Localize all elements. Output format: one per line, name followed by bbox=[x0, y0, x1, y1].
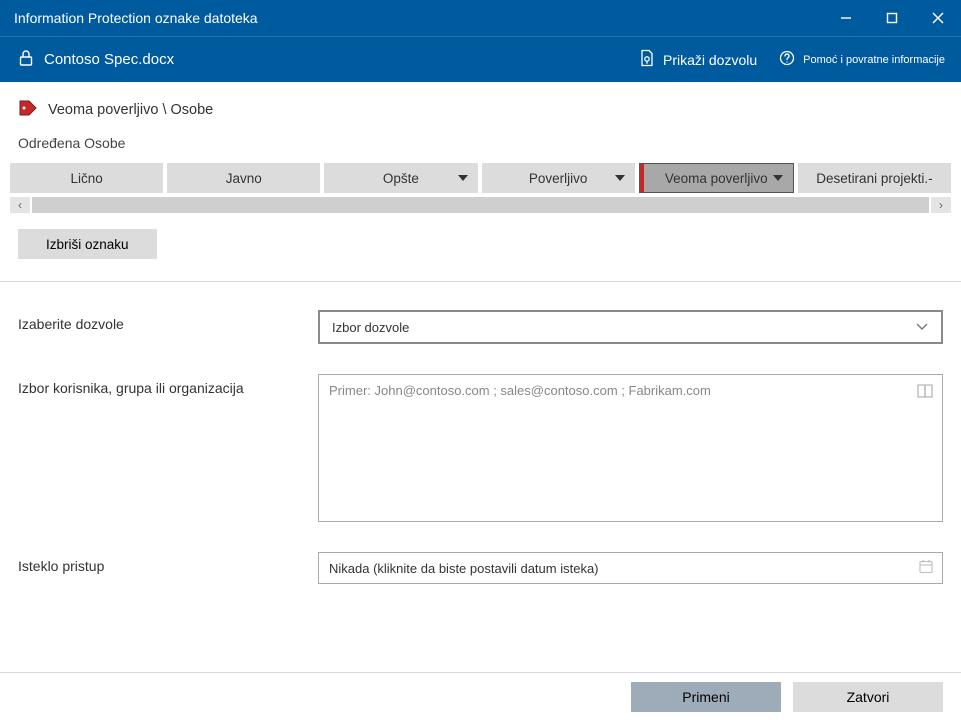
category-veoma-poverljivo[interactable]: Veoma poverljivo bbox=[639, 163, 794, 193]
title-bar: Information Protection oznake datoteka bbox=[0, 0, 961, 36]
window: Information Protection oznake datoteka C… bbox=[0, 0, 961, 720]
document-permission-icon bbox=[639, 49, 655, 70]
chevron-down-icon bbox=[458, 175, 468, 181]
header-bar: Contoso Spec.docx Prikaži dozvolu Pomo bbox=[0, 36, 961, 82]
delete-label-button[interactable]: Izbriši oznaku bbox=[18, 229, 157, 259]
category-poverljivo[interactable]: Poverljivo bbox=[482, 163, 635, 193]
file-name: Contoso Spec.docx bbox=[44, 51, 174, 68]
category-label: Lično bbox=[70, 171, 102, 186]
content-area: Veoma poverljivo \ Osobe Određena Osobe … bbox=[0, 82, 961, 720]
current-label-row: Veoma poverljivo \ Osobe bbox=[0, 82, 961, 131]
tag-icon bbox=[18, 98, 38, 121]
expire-label: Isteklo pristup bbox=[18, 552, 318, 574]
scroll-right-button[interactable]: › bbox=[931, 197, 951, 213]
category-bar: Lično Javno Opšte Poverljivo Veoma pover… bbox=[0, 163, 961, 193]
chevron-down-icon bbox=[615, 175, 625, 181]
category-opste[interactable]: Opšte bbox=[324, 163, 477, 193]
section-title: Određena Osobe bbox=[0, 131, 961, 163]
show-permission-link[interactable]: Prikaži dozvolu bbox=[639, 49, 757, 70]
help-feedback-label: Pomoć i povratne informacije bbox=[803, 54, 945, 66]
maximize-button[interactable] bbox=[869, 0, 915, 36]
category-scroll-strip: ‹ › bbox=[10, 197, 951, 213]
category-desetirani-projekti[interactable]: Desetirani projekti.- bbox=[798, 163, 951, 193]
permissions-form: Izaberite dozvole Izbor dozvole Izbor ko… bbox=[0, 282, 961, 594]
lock-icon bbox=[18, 49, 34, 70]
help-icon bbox=[779, 50, 795, 69]
close-button[interactable] bbox=[915, 0, 961, 36]
minimize-button[interactable] bbox=[823, 0, 869, 36]
scroll-track[interactable] bbox=[32, 197, 929, 213]
category-label: Javno bbox=[226, 171, 262, 186]
category-javno[interactable]: Javno bbox=[167, 163, 320, 193]
help-feedback-link[interactable]: Pomoć i povratne informacije bbox=[779, 50, 945, 69]
permissions-select-value: Izbor dozvole bbox=[332, 320, 409, 335]
chevron-down-icon bbox=[915, 322, 929, 332]
calendar-icon bbox=[918, 559, 934, 578]
category-label: Desetirani projekti.- bbox=[816, 171, 932, 186]
chevron-down-icon bbox=[773, 175, 783, 181]
current-label-text: Veoma poverljivo \ Osobe bbox=[48, 102, 213, 118]
apply-button[interactable]: Primeni bbox=[631, 682, 781, 712]
window-title: Information Protection oznake datoteka bbox=[14, 10, 823, 26]
footer: Primeni Zatvori bbox=[0, 672, 961, 720]
file-info: Contoso Spec.docx bbox=[18, 49, 617, 70]
delete-label-row: Izbriši oznaku bbox=[0, 213, 961, 275]
show-permission-label: Prikaži dozvolu bbox=[663, 52, 757, 68]
category-label: Opšte bbox=[383, 171, 419, 186]
scroll-left-button[interactable]: ‹ bbox=[10, 197, 30, 213]
users-field-wrap bbox=[318, 374, 943, 522]
category-licno[interactable]: Lično bbox=[10, 163, 163, 193]
spacer bbox=[0, 594, 961, 672]
close-dialog-button[interactable]: Zatvori bbox=[793, 682, 943, 712]
permissions-select[interactable]: Izbor dozvole bbox=[318, 310, 943, 344]
users-input[interactable] bbox=[319, 375, 942, 521]
users-label: Izbor korisnika, grupa ili organizacija bbox=[18, 374, 318, 396]
category-label: Poverljivo bbox=[529, 171, 588, 186]
expire-input[interactable]: Nikada (kliknite da biste postavili datu… bbox=[318, 552, 943, 584]
address-book-icon[interactable] bbox=[916, 383, 934, 402]
permissions-label: Izaberite dozvole bbox=[18, 310, 318, 332]
category-label: Veoma poverljivo bbox=[665, 171, 768, 186]
expire-value: Nikada (kliknite da biste postavili datu… bbox=[329, 561, 599, 576]
